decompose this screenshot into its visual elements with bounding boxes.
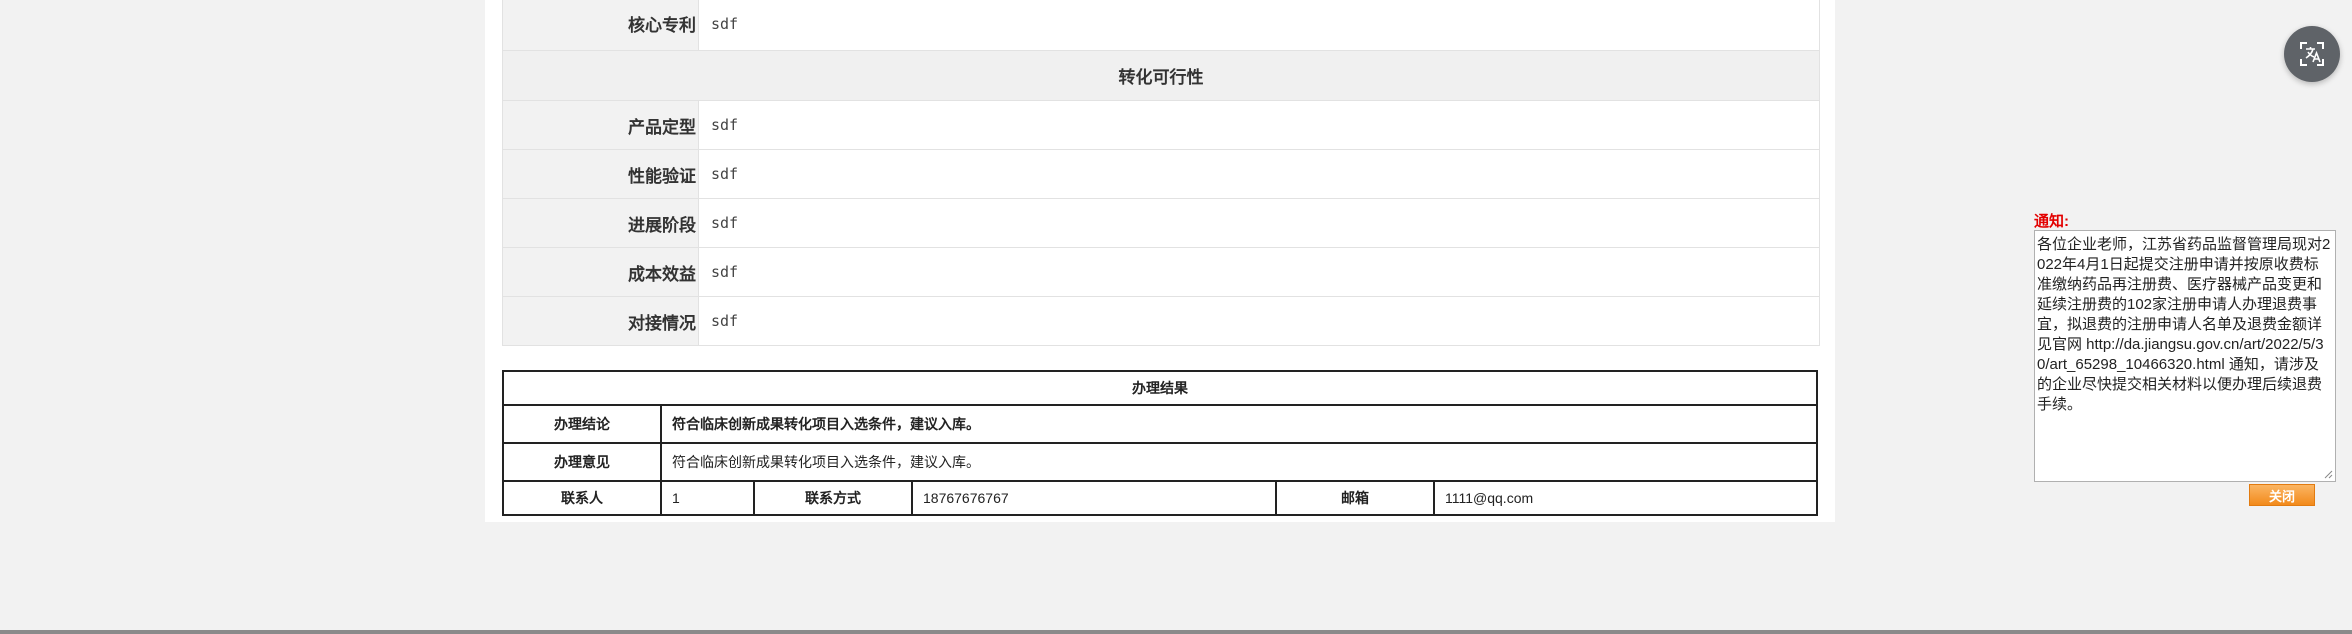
content-panel: 核心专利 sdf 转化可行性 产品定型 sdf 性能验证 sdf 进展阶段 sd… bbox=[485, 0, 1835, 522]
detail-value: sdf bbox=[711, 116, 739, 134]
detail-label: 性能验证 bbox=[503, 150, 699, 198]
detail-label: 产品定型 bbox=[503, 101, 699, 149]
resize-grip-icon[interactable] bbox=[2324, 470, 2333, 479]
translate-icon bbox=[2300, 42, 2324, 66]
result-label: 办理意见 bbox=[504, 444, 662, 480]
result-title: 办理结果 bbox=[504, 372, 1816, 406]
phone-value: 18767676767 bbox=[913, 482, 1277, 514]
detail-value: sdf bbox=[711, 14, 739, 33]
notice-close-button[interactable]: 关闭 bbox=[2249, 484, 2315, 506]
contact-value: 1 bbox=[662, 482, 755, 514]
detail-value: sdf bbox=[711, 165, 739, 183]
detail-label: 成本效益 bbox=[503, 248, 699, 296]
notice-text: 各位企业老师，江苏省药品监督管理局现对2022年4月1日起提交注册申请并按原收费… bbox=[2037, 236, 2331, 413]
detail-row-core-patent: 核心专利 sdf bbox=[503, 0, 1819, 51]
detail-label: 对接情况 bbox=[503, 297, 699, 345]
detail-value: sdf bbox=[711, 263, 739, 281]
detail-value: sdf bbox=[711, 312, 739, 330]
notice-textarea[interactable]: 各位企业老师，江苏省药品监督管理局现对2022年4月1日起提交注册申请并按原收费… bbox=[2034, 230, 2336, 482]
detail-value: sdf bbox=[711, 214, 739, 232]
result-row-contact: 联系人 1 联系方式 18767676767 邮箱 1111@qq.com bbox=[504, 482, 1816, 514]
detail-row-progress: 进展阶段 sdf bbox=[503, 199, 1819, 248]
detail-table: 核心专利 sdf 转化可行性 产品定型 sdf 性能验证 sdf 进展阶段 sd… bbox=[502, 0, 1820, 346]
email-value: 1111@qq.com bbox=[1445, 490, 1534, 506]
phone-label: 联系方式 bbox=[755, 482, 913, 514]
section-header-feasibility: 转化可行性 bbox=[503, 51, 1819, 101]
translate-button[interactable] bbox=[2284, 26, 2340, 82]
result-row-opinion: 办理意见 符合临床创新成果转化项目入选条件，建议入库。 bbox=[504, 444, 1816, 482]
detail-label: 核心专利 bbox=[503, 0, 699, 50]
detail-row-product-type: 产品定型 sdf bbox=[503, 101, 1819, 150]
result-row-conclusion: 办理结论 符合临床创新成果转化项目入选条件，建议入库。 bbox=[504, 406, 1816, 444]
notice-title: 通知: bbox=[2034, 213, 2069, 230]
detail-row-performance: 性能验证 sdf bbox=[503, 150, 1819, 199]
detail-label: 进展阶段 bbox=[503, 199, 699, 247]
result-opinion-value: 符合临床创新成果转化项目入选条件，建议入库。 bbox=[672, 454, 980, 470]
detail-row-cost-benefit: 成本效益 sdf bbox=[503, 248, 1819, 297]
result-table: 办理结果 办理结论 符合临床创新成果转化项目入选条件，建议入库。 办理意见 符合… bbox=[502, 370, 1818, 516]
result-conclusion-value: 符合临床创新成果转化项目入选条件，建议入库。 bbox=[672, 416, 980, 432]
email-label: 邮箱 bbox=[1277, 482, 1435, 514]
contact-label: 联系人 bbox=[504, 482, 662, 514]
bottom-divider bbox=[0, 630, 2352, 634]
result-label: 办理结论 bbox=[504, 406, 662, 442]
detail-row-docking: 对接情况 sdf bbox=[503, 297, 1819, 346]
